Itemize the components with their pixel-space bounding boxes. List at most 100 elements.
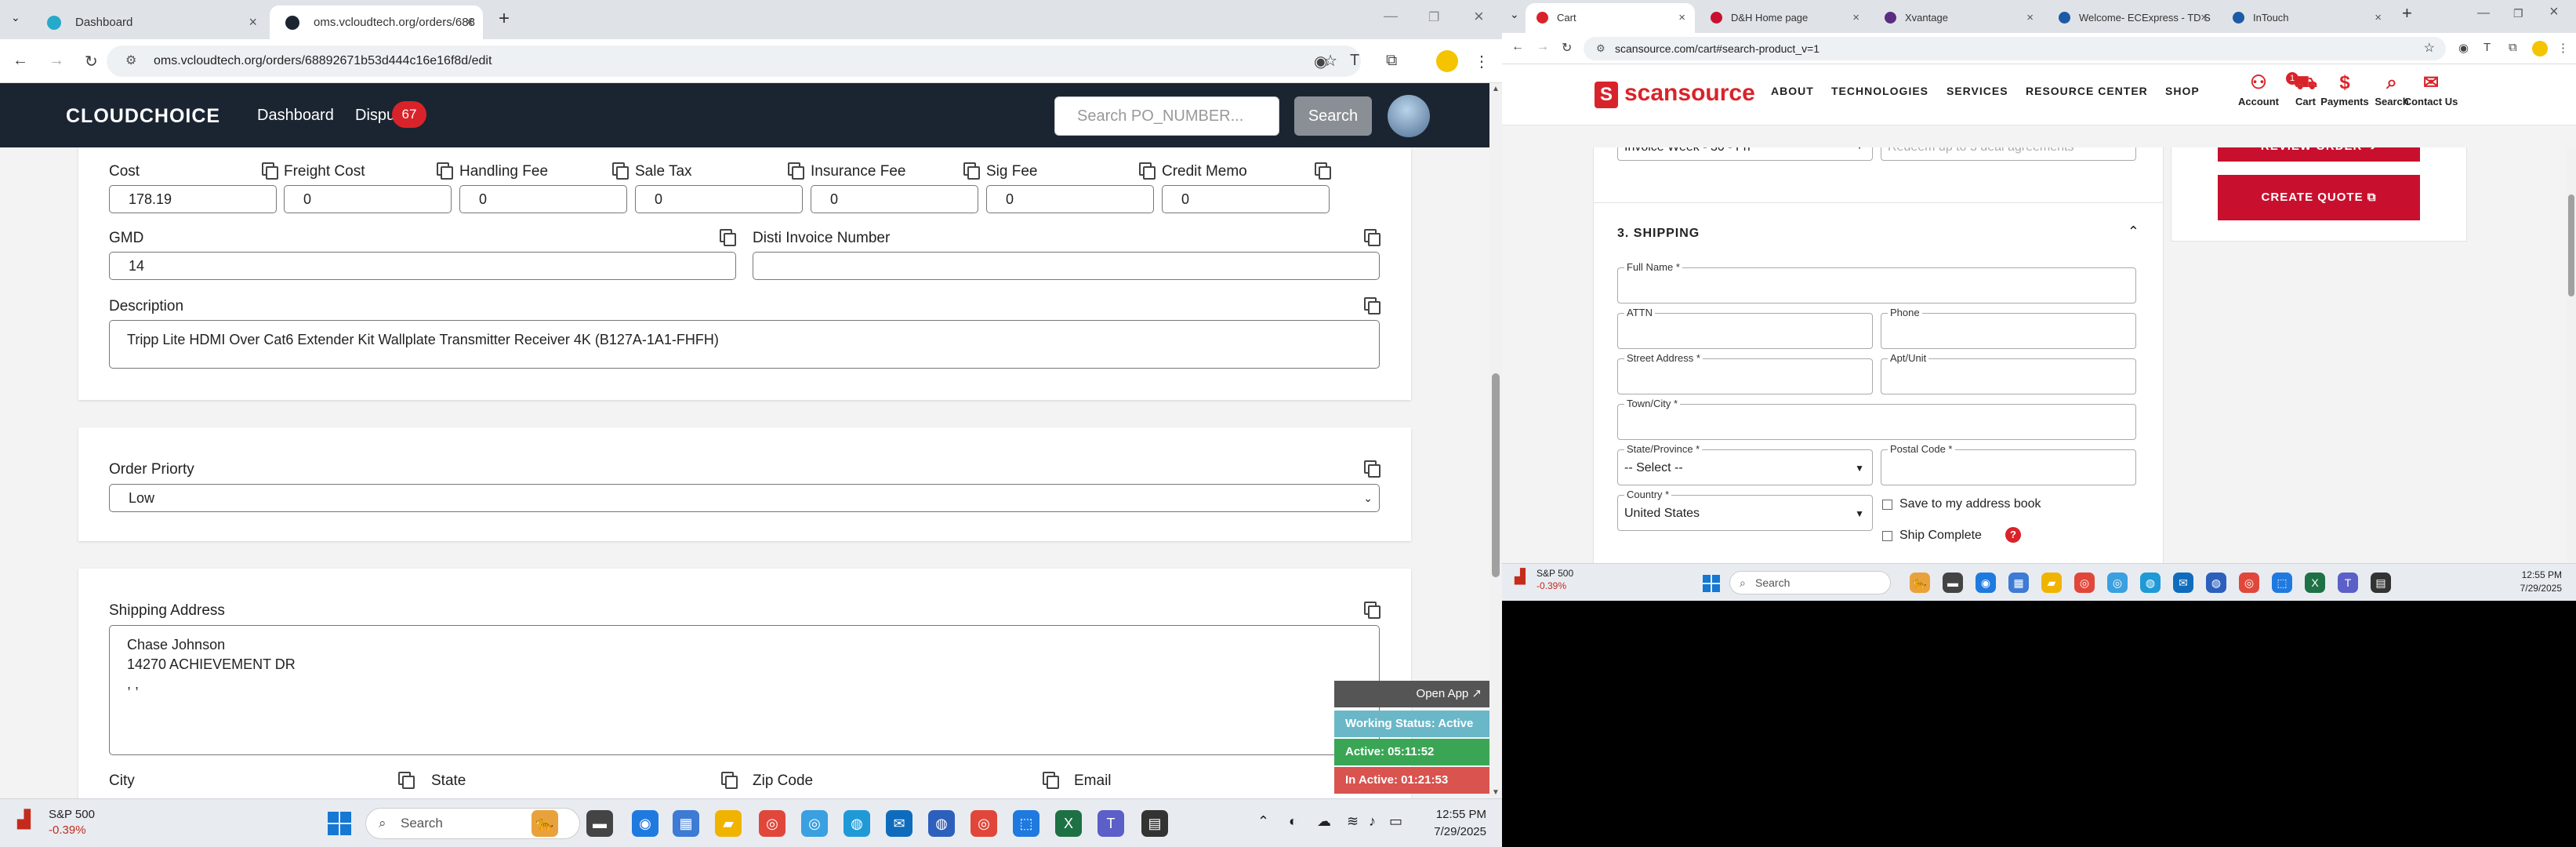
taskbar-app-icon[interactable]: T [2338, 573, 2358, 593]
taskbar-app-icon[interactable]: ▬ [1943, 573, 1963, 593]
copy-icon[interactable] [963, 162, 980, 180]
taskbar-app-icon[interactable]: ⬚ [1013, 810, 1039, 837]
tab-search-icon[interactable]: ⌄ [1510, 8, 1519, 21]
cost-field-input[interactable]: 0 [986, 185, 1154, 213]
copy-icon[interactable] [437, 162, 453, 180]
nav-services[interactable]: SERVICES [1947, 85, 2008, 97]
reload-icon[interactable]: ↻ [85, 52, 98, 71]
wifi-icon[interactable]: ≋ [1347, 813, 1359, 830]
taskbar-app-icon[interactable]: X [2305, 573, 2325, 593]
cost-field-input[interactable]: 0 [284, 185, 452, 213]
taskbar-app-icon[interactable]: ▤ [2371, 573, 2391, 593]
tab-dashboard[interactable]: Dashboard × [31, 5, 267, 39]
copy-icon[interactable] [721, 772, 738, 789]
tab-search-icon[interactable]: ⌄ [11, 11, 20, 24]
new-tab-button[interactable]: + [499, 8, 510, 30]
state-province-select[interactable]: State/Province * -- Select -- ▼ [1617, 443, 1873, 485]
taskbar-app-icon[interactable]: ◉ [632, 810, 659, 837]
scansource-logo[interactable]: scansource [1624, 80, 1755, 107]
taskbar-app-icon[interactable]: ◍ [2206, 573, 2226, 593]
reload-icon[interactable]: ↻ [1562, 40, 1572, 56]
taskbar-app-icon[interactable]: ◍ [844, 810, 870, 837]
taskbar-app-icon[interactable]: ◍ [2140, 573, 2161, 593]
window-close-icon[interactable]: × [1474, 6, 1484, 27]
taskbar-app-icon[interactable]: ◉ [1976, 573, 1996, 593]
menu-kebab-icon[interactable]: ⋮ [1474, 52, 1489, 71]
back-icon[interactable]: ← [13, 52, 28, 70]
search-button[interactable]: Search [1294, 96, 1372, 136]
page-scrollbar[interactable]: ▲ ▼ [1489, 83, 1502, 798]
copy-icon[interactable] [1364, 602, 1381, 619]
copy-icon[interactable] [788, 162, 804, 180]
taskbar-app-icon[interactable]: ◎ [801, 810, 828, 837]
attn-input[interactable]: ATTN [1617, 307, 1873, 349]
copy-icon[interactable] [1364, 297, 1381, 314]
create-quote-button[interactable]: CREATE QUOTE ⧉ [2218, 175, 2420, 220]
copy-icon[interactable] [1139, 162, 1156, 180]
deal-agreement-input[interactable]: Redeem up to 3 deal agreements [1881, 147, 2136, 161]
chevron-up-icon[interactable]: ⌃ [2128, 224, 2139, 240]
forward-icon[interactable]: → [1537, 40, 1549, 54]
extension-icon[interactable]: ◉ [2458, 41, 2469, 55]
tab-order-edit[interactable]: oms.vcloudtech.org/orders/688 × [270, 5, 483, 39]
taskbar-app-icon[interactable]: ✉ [886, 810, 912, 837]
close-icon[interactable]: × [249, 5, 257, 39]
street-address-input[interactable]: Street Address * [1617, 352, 1873, 394]
tab-right[interactable]: Welcome- ECExpress - TD S × [2048, 3, 2217, 33]
taskbar-app-icon[interactable]: ✉ [2173, 573, 2193, 593]
profile-avatar[interactable] [2532, 41, 2548, 56]
taskbar-clock[interactable]: 12:55 PM 7/29/2025 [1403, 806, 1486, 841]
chevron-up-icon[interactable]: ⌃ [1257, 813, 1269, 830]
nav-disputes[interactable]: Dispu [355, 107, 395, 125]
close-icon[interactable]: × [465, 5, 473, 39]
extension-icon[interactable]: ◉ [1314, 52, 1327, 71]
close-icon[interactable]: × [2375, 3, 2382, 33]
restore-icon[interactable]: ❐ [1428, 9, 1439, 25]
scrollbar-thumb[interactable] [2568, 194, 2574, 296]
description-textarea[interactable]: Tripp Lite HDMI Over Cat6 Extender Kit W… [109, 320, 1380, 369]
help-icon[interactable]: ? [2005, 527, 2021, 543]
back-icon[interactable]: ← [1511, 40, 1524, 54]
scroll-up-icon[interactable]: ▲ [1492, 85, 1500, 93]
invoice-week-select[interactable]: Invoice Week - 30 - Fri ▼ [1617, 147, 1873, 161]
taskbar-app-icon[interactable]: ◎ [2239, 573, 2259, 593]
right-page-scrollbar[interactable] [2567, 147, 2576, 563]
gmd-input[interactable]: 14 [109, 252, 736, 280]
taskbar-app-icon[interactable]: ▦ [673, 810, 699, 837]
site-info-icon[interactable]: ⚙ [125, 45, 136, 77]
stock-widget[interactable]: ▟ S&P 500 -0.39% [1515, 567, 1573, 592]
stock-widget[interactable]: ▟ S&P 500 -0.39% [17, 807, 95, 838]
taskbar-app-icon[interactable]: ▦ [2008, 573, 2029, 593]
restore-icon[interactable]: ❐ [2513, 7, 2523, 20]
order-priority-select[interactable]: Low ⌄ [109, 484, 1380, 512]
tab-right[interactable]: InTouch × [2222, 3, 2391, 33]
taskbar-app-icon[interactable]: T [1098, 810, 1124, 837]
taskbar-app-icon[interactable]: ▬ [586, 810, 613, 837]
minimize-icon[interactable]: — [2477, 6, 2490, 20]
nav-technologies[interactable]: TECHNOLOGIES [1831, 85, 1928, 97]
copy-icon[interactable] [1315, 162, 1331, 180]
cloud-icon[interactable]: ☁ [1317, 813, 1331, 830]
scrollbar-thumb[interactable] [1492, 373, 1500, 577]
town-city-input[interactable]: Town/City * [1617, 398, 2136, 440]
menu-kebab-icon[interactable]: ⋮ [2557, 41, 2569, 55]
tab-right[interactable]: Cart × [1526, 3, 1695, 33]
close-icon[interactable]: × [2026, 3, 2034, 33]
windows-start-icon[interactable] [328, 812, 351, 835]
cloudchoice-logo[interactable]: CLOUDCHOICE [66, 105, 220, 128]
ship-complete-checkbox[interactable] [1882, 531, 1892, 541]
taskbar-app-icon[interactable]: ◎ [2107, 573, 2128, 593]
header-chat-link[interactable]: ✉ Contact Us [2404, 71, 2458, 107]
copilot-icon[interactable]: ◐ [1289, 813, 1297, 830]
taskbar-app-icon[interactable]: ◍ [928, 810, 955, 837]
po-search-input[interactable]: Search PO_NUMBER... [1054, 96, 1279, 136]
copy-icon[interactable] [262, 162, 278, 180]
user-avatar[interactable] [1388, 95, 1430, 137]
tab-right[interactable]: D&H Home page × [1700, 3, 1869, 33]
copy-icon[interactable] [1043, 772, 1059, 789]
nav-resource-center[interactable]: RESOURCE CENTER [2026, 85, 2148, 97]
copy-icon[interactable] [1364, 460, 1381, 478]
new-tab-button[interactable]: + [2402, 3, 2412, 24]
scansource-mark-icon[interactable]: S [1595, 82, 1618, 108]
copy-icon[interactable] [1364, 229, 1381, 246]
